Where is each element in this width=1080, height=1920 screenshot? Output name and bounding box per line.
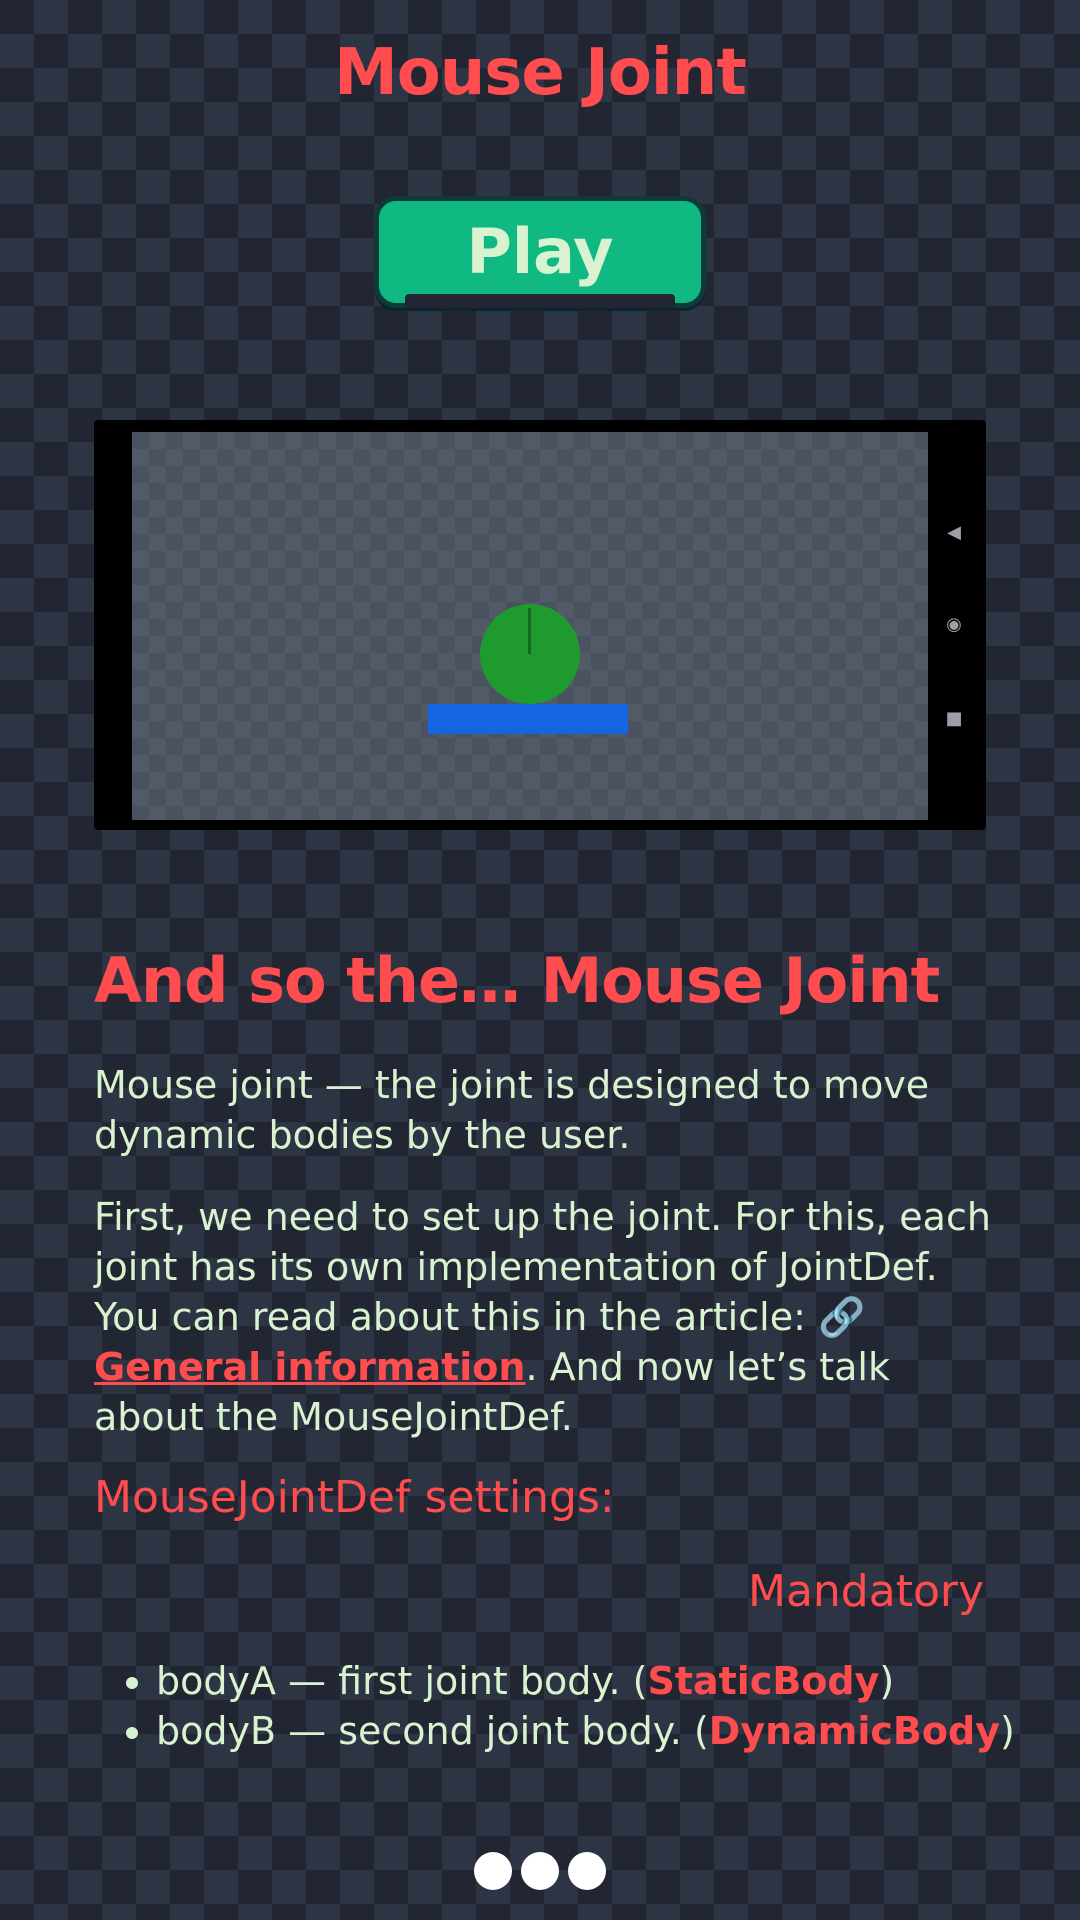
home-icon[interactable]: ◉	[942, 614, 966, 635]
list-item: bodyA — first joint body. (StaticBody)	[156, 1656, 1036, 1706]
setting-close: )	[999, 1709, 1015, 1753]
recents-icon[interactable]: ■	[942, 708, 966, 729]
pagination-dots	[474, 1852, 615, 1890]
section-heading: And so the… Mouse Joint	[94, 944, 940, 1017]
settings-list: bodyA — first joint body. (StaticBody) b…	[110, 1656, 1036, 1756]
page-title: Mouse Joint	[334, 36, 747, 110]
phone-frame: ◀ ◉ ■	[94, 420, 986, 830]
pagination-dot[interactable]	[521, 1852, 559, 1890]
general-information-link[interactable]: General information	[94, 1345, 525, 1389]
play-button-notch	[405, 294, 675, 308]
mandatory-label: Mandatory	[747, 1566, 984, 1617]
demo-canvas[interactable]	[132, 432, 928, 820]
settings-title: MouseJointDef settings:	[94, 1472, 615, 1523]
ball-rotation-indicator	[528, 608, 531, 654]
setting-text: bodyA — first joint body. (	[156, 1659, 648, 1703]
static-platform	[428, 704, 628, 734]
dynamic-ball[interactable]	[480, 604, 580, 704]
setting-text: bodyB — second joint body. (	[156, 1709, 709, 1753]
intro-paragraph: Mouse joint — the joint is designed to m…	[94, 1063, 930, 1157]
body-type-label: DynamicBody	[708, 1709, 1000, 1753]
back-icon[interactable]: ◀	[942, 522, 966, 543]
jointdef-paragraph: First, we need to set up the joint. For …	[94, 1192, 994, 1442]
body-type-label: StaticBody	[647, 1659, 880, 1703]
list-item: bodyB — second joint body. (DynamicBody)	[156, 1706, 1036, 1756]
play-button-label: Play	[466, 215, 614, 288]
link-icon: 🔗	[817, 1295, 866, 1339]
pagination-dot[interactable]	[474, 1852, 512, 1890]
pagination-dot[interactable]	[568, 1852, 606, 1890]
play-button[interactable]: Play	[374, 196, 706, 308]
setting-close: )	[879, 1659, 895, 1703]
